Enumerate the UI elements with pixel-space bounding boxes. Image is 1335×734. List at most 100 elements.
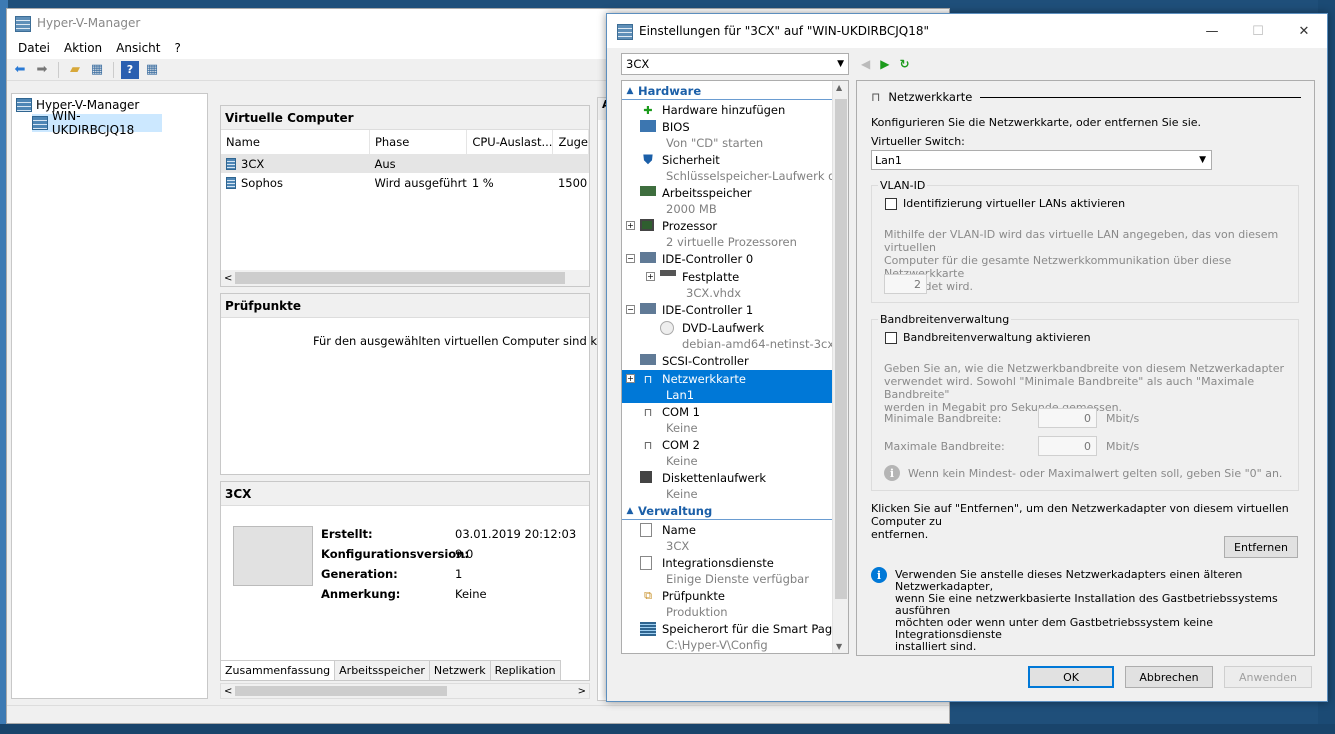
scroll-right-icon[interactable]: > bbox=[578, 686, 586, 697]
max-bandwidth-input: 0 bbox=[1038, 436, 1097, 456]
hw-item-label: DVD-Laufwerk bbox=[682, 321, 764, 335]
expand-icon[interactable]: + bbox=[646, 272, 655, 281]
scroll-up-icon[interactable]: ▲ bbox=[836, 83, 842, 92]
minimize-icon[interactable]: — bbox=[1189, 14, 1235, 48]
col-memory[interactable]: Zuge bbox=[552, 130, 589, 154]
col-cpu[interactable]: CPU-Auslast... bbox=[466, 130, 554, 154]
nav-arrows: ◀ ▶ ↻ bbox=[861, 53, 910, 75]
dialog-titlebar[interactable]: Einstellungen für "3CX" auf "WIN-UKDIRBC… bbox=[607, 14, 1327, 48]
ok-button[interactable]: OK bbox=[1028, 666, 1114, 688]
scroll-left-icon[interactable]: < bbox=[224, 273, 232, 284]
section-hardware[interactable]: ▲ Hardware bbox=[622, 83, 833, 100]
vlan-checkbox[interactable] bbox=[885, 198, 897, 210]
back-arrow-icon[interactable]: ⬅ bbox=[11, 61, 29, 79]
menu-help[interactable]: ? bbox=[167, 41, 187, 55]
next-arrow-icon[interactable]: ▶ bbox=[880, 57, 889, 71]
menu-ansicht[interactable]: Ansicht bbox=[109, 41, 167, 55]
hw-item-sub: Lan1 bbox=[666, 388, 695, 402]
status-bar bbox=[7, 705, 949, 723]
details-title: 3CX bbox=[221, 482, 589, 506]
hw-item-memory[interactable]: Arbeitsspeicher 2000 MB bbox=[622, 184, 833, 217]
hw-item-hard-disk[interactable]: + Festplatte 3CX.vhdx bbox=[622, 268, 833, 301]
hw-item-dvd-drive[interactable]: DVD-Laufwerk debian-amd64-netinst-3cx.is… bbox=[622, 319, 848, 352]
maximize-icon: ☐ bbox=[1252, 23, 1264, 39]
folder-up-icon[interactable]: ▰ bbox=[66, 61, 84, 79]
tree-server[interactable]: WIN-UKDIRBCJQ18 bbox=[32, 109, 162, 137]
action-pane-icon[interactable]: ▦ bbox=[143, 61, 161, 79]
hw-item-sub: 2 virtuelle Prozessoren bbox=[666, 235, 797, 249]
hw-item-label: COM 1 bbox=[662, 405, 700, 419]
add-hardware-icon: ✚ bbox=[643, 103, 653, 117]
hw-item-ide-controller-1[interactable]: − IDE-Controller 1 bbox=[622, 301, 833, 319]
scroll-left-icon[interactable]: < bbox=[224, 686, 232, 697]
hw-item-com2[interactable]: ⊓ COM 2 Keine bbox=[622, 436, 833, 469]
col-name[interactable]: Name bbox=[221, 130, 370, 154]
vlan-group-title: VLAN-ID bbox=[878, 179, 928, 192]
vm-name: Sophos bbox=[241, 175, 283, 190]
vlan-checkbox-row[interactable]: Identifizierung virtueller LANs aktivier… bbox=[885, 197, 1125, 210]
vm-dropdown-value: 3CX bbox=[626, 57, 650, 71]
bandwidth-checkbox[interactable] bbox=[885, 332, 897, 344]
collapse-arrow-icon[interactable]: ▲ bbox=[622, 506, 638, 516]
vm-dropdown[interactable]: 3CX ▼ bbox=[621, 53, 849, 75]
mgmt-item-smart-paging[interactable]: Speicherort für die Smart Pagin... C:\Hy… bbox=[622, 620, 848, 653]
vm-phase: Aus bbox=[369, 154, 467, 173]
hw-item-add-hardware[interactable]: ✚ Hardware hinzufügen bbox=[622, 101, 833, 119]
hw-item-bios[interactable]: BIOS Von "CD" starten bbox=[622, 118, 833, 151]
settings-heading: ⊓ Netzwerkkarte bbox=[871, 89, 1301, 105]
collapse-icon[interactable]: − bbox=[626, 305, 635, 314]
mgmt-item-integration-services[interactable]: Integrationsdienste Einige Dienste verfü… bbox=[622, 554, 833, 587]
hw-item-scsi-controller[interactable]: SCSI-Controller bbox=[622, 352, 833, 370]
table-row[interactable]: 3CX Aus bbox=[221, 154, 589, 173]
tab-memory[interactable]: Arbeitsspeicher bbox=[335, 660, 430, 680]
scsi-controller-icon bbox=[640, 354, 656, 365]
hw-item-label: Prozessor bbox=[662, 219, 718, 233]
hw-item-processor[interactable]: + Prozessor 2 virtuelle Prozessoren bbox=[622, 217, 833, 250]
mgmt-item-name[interactable]: Name 3CX bbox=[622, 521, 833, 554]
collapse-icon[interactable]: − bbox=[626, 254, 635, 263]
manager-title: Hyper-V-Manager bbox=[37, 16, 141, 30]
expand-icon[interactable]: + bbox=[626, 221, 635, 230]
col-phase[interactable]: Phase bbox=[369, 130, 468, 154]
remove-button[interactable]: Entfernen bbox=[1224, 536, 1298, 558]
hw-item-network-adapter[interactable]: + ⊓ Netzwerkkarte Lan1 bbox=[622, 370, 833, 403]
mgmt-item-checkpoints[interactable]: ⧉ Prüfpunkte Produktion bbox=[622, 587, 833, 620]
hw-item-label: IDE-Controller 1 bbox=[662, 303, 754, 317]
help-icon[interactable]: ? bbox=[121, 60, 139, 79]
expand-icon[interactable]: + bbox=[626, 374, 635, 383]
tab-replication[interactable]: Replikation bbox=[490, 660, 561, 680]
bandwidth-checkbox-row[interactable]: Bandbreitenverwaltung aktivieren bbox=[885, 331, 1091, 344]
collapse-arrow-icon[interactable]: ▲ bbox=[622, 86, 638, 96]
hw-item-label: Hardware hinzufügen bbox=[662, 103, 786, 117]
tab-summary[interactable]: Zusammenfassung bbox=[221, 660, 336, 680]
close-icon[interactable]: ✕ bbox=[1281, 14, 1327, 48]
hw-item-security[interactable]: ⛊ Sicherheit Schlüsselspeicher-Laufwerk … bbox=[622, 151, 848, 184]
menu-datei[interactable]: Datei bbox=[11, 41, 57, 55]
hw-item-com1[interactable]: ⊓ COM 1 Keine bbox=[622, 403, 833, 436]
scrollbar-thumb[interactable] bbox=[235, 686, 447, 696]
hw-item-ide-controller-0[interactable]: − IDE-Controller 0 bbox=[622, 250, 833, 268]
hw-item-label: Netzwerkkarte bbox=[662, 372, 746, 386]
forward-arrow-icon[interactable]: ➡ bbox=[33, 61, 51, 79]
section-management-label: Verwaltung bbox=[638, 504, 713, 518]
cancel-button[interactable]: Abbrechen bbox=[1125, 666, 1213, 688]
refresh-icon[interactable]: ↻ bbox=[899, 57, 909, 71]
scrollbar-thumb[interactable] bbox=[835, 99, 847, 599]
bandwidth-group-title: Bandbreitenverwaltung bbox=[878, 313, 1012, 326]
vm-table-scrollbar[interactable]: < bbox=[221, 270, 589, 286]
tab-network[interactable]: Netzwerk bbox=[429, 660, 491, 680]
scroll-down-icon[interactable]: ▼ bbox=[836, 642, 842, 651]
table-row[interactable]: Sophos Wird ausgeführt 1 % 1500 bbox=[221, 173, 589, 192]
section-management[interactable]: ▲ Verwaltung bbox=[622, 503, 833, 520]
center-pane-scrollbar[interactable]: < > bbox=[220, 683, 590, 699]
menu-aktion[interactable]: Aktion bbox=[57, 41, 109, 55]
vm-table: Name Phase CPU-Auslast... Zuge 3CX Aus S… bbox=[221, 130, 589, 192]
scrollbar-thumb[interactable] bbox=[235, 272, 565, 284]
show-hide-console-tree-icon[interactable]: ▦ bbox=[88, 61, 106, 79]
hw-item-floppy[interactable]: Diskettenlaufwerk Keine bbox=[622, 469, 833, 502]
vlan-help-line: verwendet wird. bbox=[884, 280, 973, 293]
virtual-switch-dropdown[interactable]: Lan1 ▼ bbox=[871, 150, 1212, 170]
hardware-list-scrollbar[interactable]: ▲ ▼ bbox=[832, 81, 848, 653]
info-text-line: installiert sind. bbox=[895, 640, 977, 653]
bandwidth-note: Wenn kein Mindest- oder Maximalwert gelt… bbox=[908, 467, 1283, 480]
